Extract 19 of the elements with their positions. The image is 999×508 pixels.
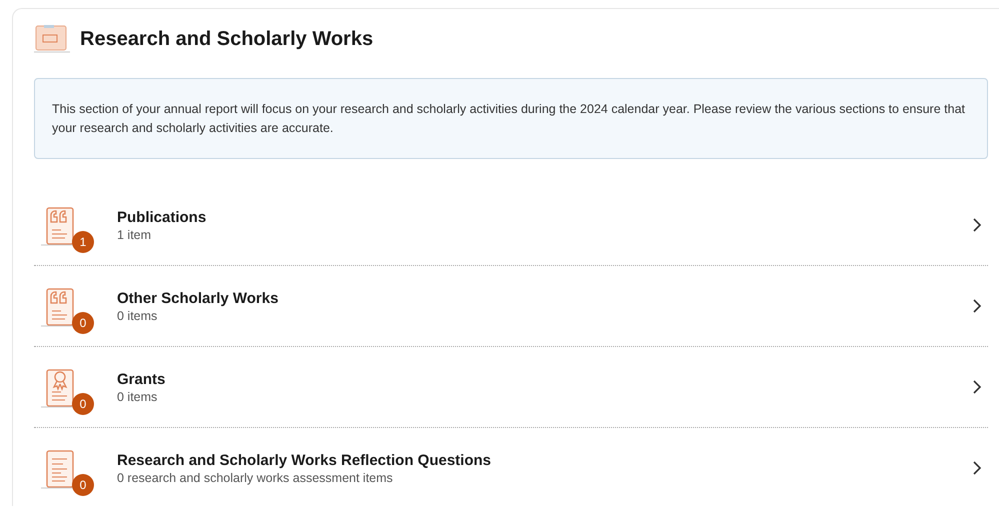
section-subtitle: 0 items [117, 308, 158, 322]
section-title: Research and Scholarly Works Reflection Questions [117, 452, 492, 468]
count-badge: 0 [72, 312, 94, 334]
chevron-right-icon[interactable] [972, 217, 982, 233]
cabinet-icon [34, 25, 70, 53]
count-badge: 1 [72, 231, 94, 253]
chevron-right-icon[interactable] [972, 460, 982, 476]
section-subtitle: 0 research and scholarly works assessment items [117, 470, 394, 484]
chevron-right-icon[interactable] [972, 298, 982, 314]
section-subtitle: 0 items [117, 390, 158, 404]
section-subtitle: 1 item [117, 228, 152, 242]
chevron-right-icon[interactable] [972, 379, 982, 395]
count-badge: 0 [72, 393, 94, 415]
section-title: Other Scholarly Works [117, 290, 280, 306]
count-badge: 0 [72, 474, 94, 496]
section-title: Publications [117, 208, 208, 226]
info-banner: This section of your annual report will focus on your research and scholarly activities during the 2024 calendar year. Please review the various sections to ensure that your research and scholarly activities are accurate. [34, 78, 988, 159]
page-title: Research and Scholarly Works [80, 28, 374, 50]
section-title: Grants [117, 370, 166, 388]
